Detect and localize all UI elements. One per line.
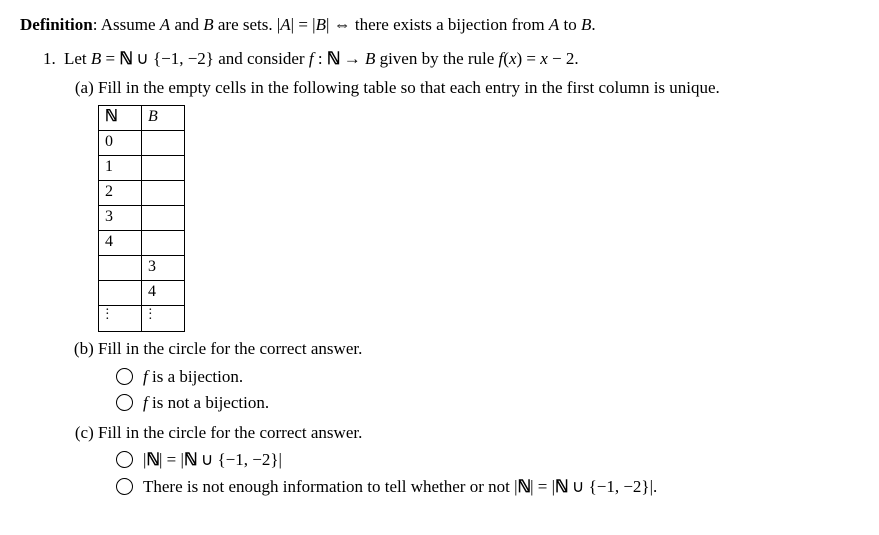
choice-label: f is not a bijection. <box>143 390 269 416</box>
table-row: 2 <box>99 180 185 205</box>
table-row: 1 <box>99 155 185 180</box>
cell-b: 4 <box>142 280 185 305</box>
cell-b[interactable] <box>142 180 185 205</box>
table-row: 4 <box>99 280 185 305</box>
col-b: B <box>142 105 185 130</box>
choice-c-2: There is not enough information to tell … <box>116 474 859 500</box>
table-row: 3 <box>99 205 185 230</box>
problem-list: Let B = ℕ ∪ {−1, −2} and consider f : ℕ … <box>20 46 859 500</box>
part-c: Fill in the circle for the correct answe… <box>98 420 859 500</box>
cell-n: 2 <box>99 180 142 205</box>
var-a: A <box>160 15 170 34</box>
table-row: 4 <box>99 230 185 255</box>
part-b-choices: f is a bijection. f is not a bijection. <box>116 364 859 416</box>
problem-1: Let B = ℕ ∪ {−1, −2} and consider f : ℕ … <box>60 46 859 500</box>
part-b-text: Fill in the circle for the correct answe… <box>98 339 362 358</box>
cell-b[interactable] <box>142 205 185 230</box>
definition-colon: : Assume <box>93 15 160 34</box>
var-b: B <box>203 15 213 34</box>
cell-n: 1 <box>99 155 142 180</box>
choice-b-1: f is a bijection. <box>116 364 859 390</box>
part-a-text: Fill in the empty cells in the following… <box>98 78 720 97</box>
cell-b: 3 <box>142 255 185 280</box>
function-table: ℕ B 0 1 2 3 4 3 4 ··· ··· <box>98 105 185 333</box>
cell-n[interactable] <box>99 280 142 305</box>
choice-c-1: |ℕ| = |ℕ ∪ {−1, −2}| <box>116 447 859 473</box>
problem-intro: Let B = ℕ ∪ {−1, −2} and consider f : ℕ … <box>64 49 579 68</box>
cell-n: 3 <box>99 205 142 230</box>
definition-label: Definition <box>20 15 93 34</box>
table-row: 3 <box>99 255 185 280</box>
radio-circle-icon[interactable] <box>116 368 133 385</box>
cell-vdots: ··· <box>142 305 185 332</box>
cell-vdots: ··· <box>99 305 142 332</box>
cell-n[interactable] <box>99 255 142 280</box>
part-a: Fill in the empty cells in the following… <box>98 75 859 332</box>
subproblem-list: Fill in the empty cells in the following… <box>64 75 859 499</box>
cell-b[interactable] <box>142 155 185 180</box>
choice-b-2: f is not a bijection. <box>116 390 859 416</box>
cell-b[interactable] <box>142 230 185 255</box>
part-b: Fill in the circle for the correct answe… <box>98 336 859 416</box>
radio-circle-icon[interactable] <box>116 451 133 468</box>
cell-n: 4 <box>99 230 142 255</box>
table-row-dots: ··· ··· <box>99 305 185 332</box>
choice-label: f is a bijection. <box>143 364 243 390</box>
col-n: ℕ <box>99 105 142 130</box>
choice-label: There is not enough information to tell … <box>143 474 657 500</box>
cell-b[interactable] <box>142 130 185 155</box>
part-c-choices: |ℕ| = |ℕ ∪ {−1, −2}| There is not enough… <box>116 447 859 499</box>
table-row: 0 <box>99 130 185 155</box>
radio-circle-icon[interactable] <box>116 478 133 495</box>
part-c-text: Fill in the circle for the correct answe… <box>98 423 362 442</box>
table-header-row: ℕ B <box>99 105 185 130</box>
cell-n: 0 <box>99 130 142 155</box>
radio-circle-icon[interactable] <box>116 394 133 411</box>
choice-label: |ℕ| = |ℕ ∪ {−1, −2}| <box>143 447 282 473</box>
definition-line: Definition: Assume A and B are sets. |A|… <box>20 12 859 38</box>
